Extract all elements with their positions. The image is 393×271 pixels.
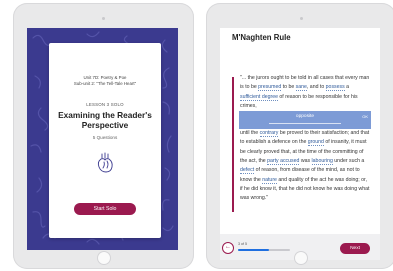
lesson-card: Unit 7D: Poetry & Poe Sub-unit 2: "The T… (49, 43, 161, 238)
back-button[interactable]: ← (222, 242, 234, 254)
right-tablet: M'Naghten Rule "... the jurors ought to … (206, 3, 393, 269)
passage-text: "... the jurors ought to be told in all … (240, 74, 370, 204)
passage-title: M'Naghten Rule (232, 33, 291, 42)
home-button[interactable] (97, 252, 110, 264)
subunit-label: Sub-unit 2: "The Tell-Tale Heart" (73, 81, 137, 86)
text-segment: until the (240, 130, 260, 137)
arrow-left-icon: ← (225, 244, 231, 250)
vocab-link[interactable]: contrary (259, 130, 279, 138)
anatomical-heart-icon (97, 152, 113, 173)
definition-ok-button[interactable]: OK (362, 114, 368, 119)
vocab-link[interactable]: labouring (311, 158, 333, 166)
text-segment: was (299, 158, 312, 165)
tablet-camera (102, 17, 105, 20)
question-count: 5 Questions (92, 135, 118, 140)
tablet-camera (299, 17, 303, 20)
text-segment: a (344, 84, 350, 91)
vocab-link[interactable]: party accused (267, 158, 300, 166)
vocab-link[interactable]: sufficient degree (240, 93, 278, 101)
text-segment: to be (281, 84, 296, 91)
progress-bar (238, 249, 290, 251)
text-segment: under such a (332, 158, 365, 165)
definition-popup[interactable]: opposite OK (239, 111, 371, 129)
quote-accent-bar (232, 77, 234, 212)
left-tablet: Unit 7D: Poetry & Poe Sub-unit 2: "The T… (13, 3, 194, 269)
next-button[interactable]: Next (340, 243, 370, 254)
vocab-link[interactable]: possess (325, 84, 345, 92)
progress-label: 3 of 5 (238, 242, 247, 246)
text-segment: , and to (306, 84, 326, 91)
vocab-link[interactable]: presumed (258, 84, 282, 92)
reading-screen: M'Naghten Rule "... the jurors ought to … (220, 28, 380, 260)
lesson-label: LESSON 3 SOLO (86, 102, 124, 107)
definition-word: opposite (295, 114, 315, 119)
definition-divider (269, 123, 341, 124)
vocab-link[interactable]: defect (240, 167, 255, 175)
unit-info: Unit 7D: Poetry & Poe Sub-unit 2: "The T… (49, 75, 161, 87)
lesson-title: Examining the Reader's Perspective (58, 110, 152, 130)
home-button[interactable] (295, 252, 307, 264)
start-solo-button[interactable]: Start Solo (74, 203, 136, 215)
vocab-link[interactable]: sane (295, 84, 307, 92)
lesson-intro-screen: Unit 7D: Poetry & Poe Sub-unit 2: "The T… (27, 28, 178, 250)
vocab-link[interactable]: nature (262, 176, 277, 184)
progress-bar-fill (238, 249, 270, 251)
vocab-link[interactable]: ground (307, 139, 324, 147)
